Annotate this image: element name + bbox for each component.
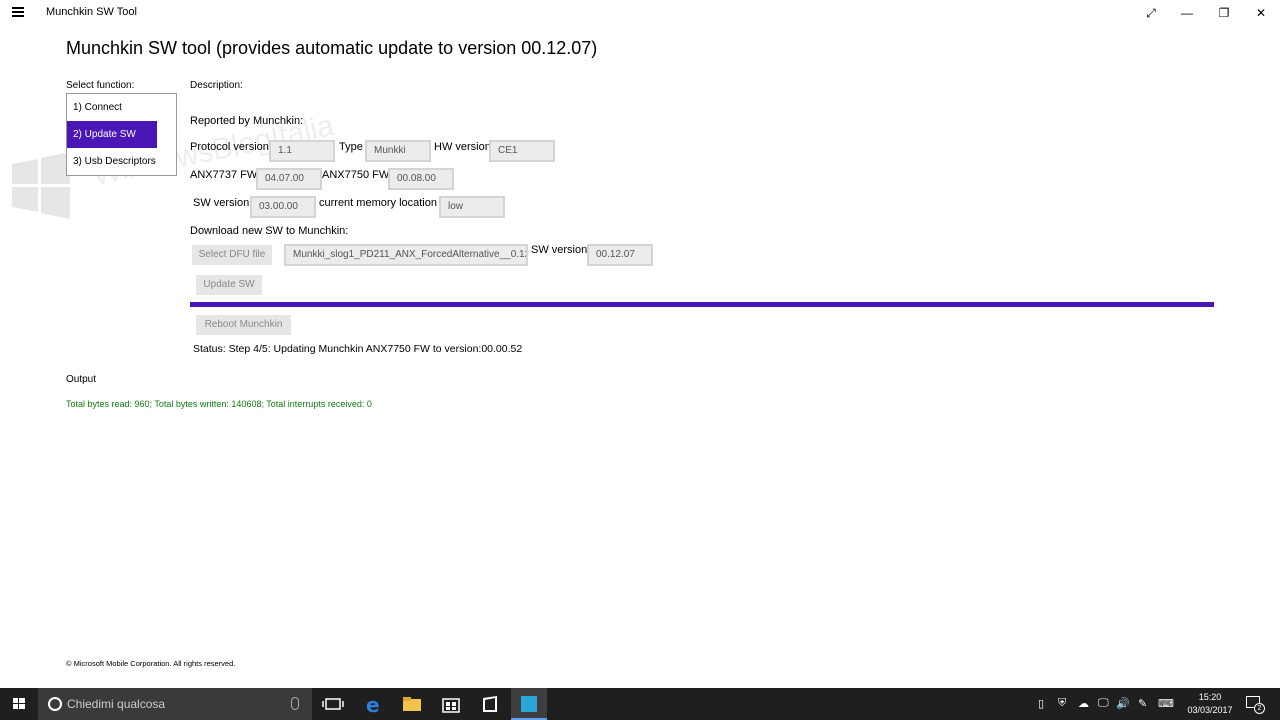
description-label: Description: <box>190 80 243 91</box>
new-sw-version-label: SW version <box>531 244 588 256</box>
clock[interactable]: 15:20 03/03/2017 <box>1182 691 1238 717</box>
windows-start-icon <box>13 698 25 709</box>
battery-icon[interactable]: ▯ <box>1038 697 1044 710</box>
anx7737-label: ANX7737 FW <box>190 169 258 181</box>
type-field: Munkki <box>365 140 431 162</box>
close-button[interactable]: ✕ <box>1250 3 1272 23</box>
network-icon[interactable]: 🖵 <box>1098 697 1109 710</box>
protocol-version-label: Protocol version <box>190 141 269 153</box>
search-placeholder: Chiedimi qualcosa <box>67 697 166 711</box>
task-view-icon[interactable] <box>315 688 351 720</box>
dfu-file-field: Munkki_slog1_PD211_ANX_ForcedAlternative… <box>284 244 528 266</box>
clock-time: 15:20 <box>1198 692 1222 702</box>
page-title: Munchkin SW tool (provides automatic upd… <box>66 38 598 58</box>
hw-version-field: CE1 <box>489 140 555 162</box>
download-heading: Download new SW to Munchkin: <box>190 225 349 237</box>
munchkin-tool-taskbar-icon[interactable] <box>511 688 547 720</box>
output-text: Total bytes read: 960; Total bytes writt… <box>66 399 372 409</box>
fullscreen-button[interactable]: ⤢ <box>1140 3 1162 23</box>
function-list: 1) Connect 2) Update SW 3) Usb Descripto… <box>66 93 177 176</box>
taskbar: Chiedimi qualcosa e ▯ ⛨ ☁ 🖵 🔊 ✎ ⌨ 15:20 … <box>0 688 1280 720</box>
function-item-update-sw[interactable]: 2) Update SW <box>67 121 157 148</box>
notification-count-badge: 2 <box>1254 703 1265 714</box>
protocol-version-field: 1.1 <box>269 140 335 162</box>
volume-icon[interactable]: 🔊 <box>1116 697 1130 710</box>
sw-version-label: SW version <box>193 197 250 209</box>
output-label: Output <box>66 374 97 385</box>
keyboard-icon[interactable]: ⌨ <box>1158 697 1174 710</box>
sw-version-field: 03.00.00 <box>250 196 316 218</box>
start-button[interactable] <box>0 688 38 720</box>
select-function-label: Select function: <box>66 80 135 91</box>
svg-text:e: e <box>366 693 380 717</box>
hamburger-menu-icon[interactable] <box>12 7 24 17</box>
memory-location-field: low <box>439 196 505 218</box>
function-item-connect[interactable]: 1) Connect <box>67 94 176 121</box>
clock-date: 03/03/2017 <box>1187 705 1233 715</box>
search-box[interactable]: Chiedimi qualcosa <box>38 688 312 720</box>
app-title: Munchkin SW Tool <box>46 6 137 18</box>
type-label: Type <box>339 141 363 153</box>
anx7737-field: 04.07.00 <box>256 168 322 190</box>
cloud-icon[interactable]: ☁ <box>1078 697 1089 710</box>
update-sw-button[interactable]: Update SW <box>196 275 262 295</box>
pen-icon[interactable]: ✎ <box>1138 697 1147 710</box>
store-icon[interactable] <box>433 688 469 720</box>
select-dfu-file-button[interactable]: Select DFU file <box>192 245 272 265</box>
edge-browser-icon[interactable]: e <box>355 688 391 720</box>
defender-shield-icon[interactable]: ⛨ <box>1058 697 1066 710</box>
status-text: Status: Step 4/5: Updating Munchkin ANX7… <box>193 343 523 355</box>
restore-button[interactable]: ❐ <box>1213 3 1235 23</box>
anx7750-label: ANX7750 FW <box>322 169 390 181</box>
title-bar: Munchkin SW Tool ⤢ — ❐ ✕ <box>0 0 1280 26</box>
memory-location-label: current memory location <box>319 197 437 209</box>
file-explorer-icon[interactable] <box>394 688 430 720</box>
function-item-usb-descriptors[interactable]: 3) Usb Descriptors <box>67 148 176 175</box>
anx7750-field: 00.08.00 <box>388 168 454 190</box>
microphone-icon[interactable] <box>291 697 299 710</box>
reported-heading: Reported by Munchkin: <box>190 115 304 127</box>
reboot-munchkin-button[interactable]: Reboot Munchkin <box>196 315 291 335</box>
cortana-icon <box>48 697 62 711</box>
new-sw-version-field: 00.12.07 <box>587 244 653 266</box>
minimize-button[interactable]: — <box>1176 3 1198 23</box>
copyright-text: © Microsoft Mobile Corporation. All righ… <box>66 659 236 668</box>
hw-version-label: HW version <box>434 141 491 153</box>
app-icon[interactable] <box>472 688 508 720</box>
update-progress-bar <box>190 302 1214 307</box>
